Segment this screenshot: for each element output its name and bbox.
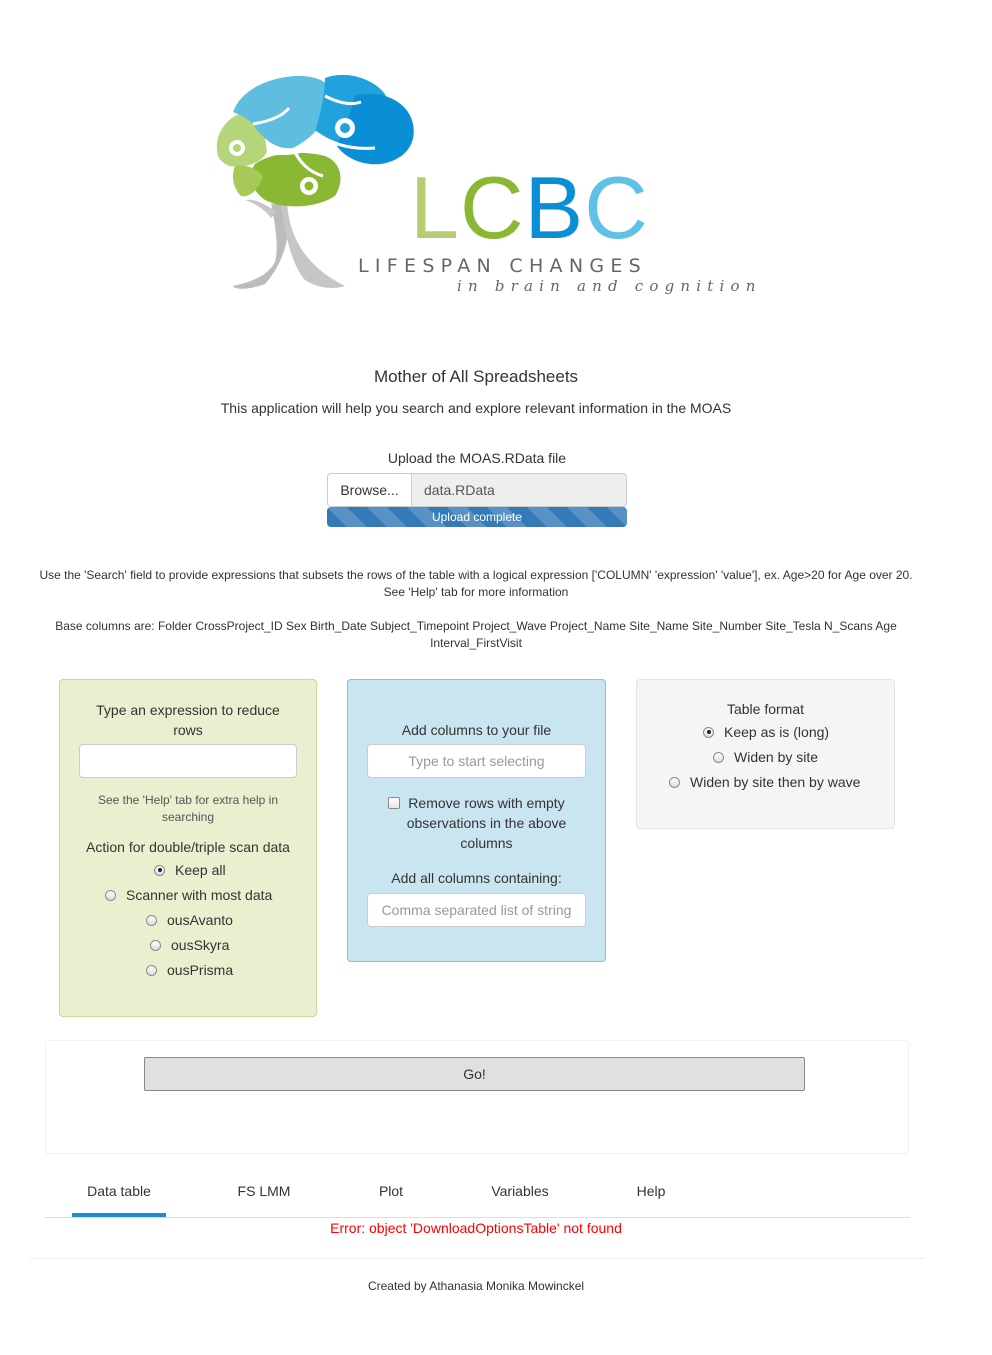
scan-action-label: Action for double/triple scan data — [86, 839, 290, 855]
logo-tagline-2: in brain and cognition — [457, 277, 762, 295]
columns-panel: Add columns to your file Type to start s… — [347, 679, 606, 962]
logo-wordmark: LCBC — [410, 164, 649, 252]
radio-button-icon[interactable] — [713, 751, 724, 763]
active-tab-indicator — [72, 1213, 166, 1217]
columns-select-input[interactable]: Type to start selecting — [367, 744, 586, 778]
logo-letter-3: B — [524, 158, 585, 257]
expression-label-line-1: Type an expression to reduce — [96, 702, 280, 718]
remove-empty-label: Remove rows with empty observations in t… — [398, 793, 575, 853]
radio-button-icon[interactable] — [105, 889, 116, 901]
file-upload-group: Browse... data.RData — [327, 473, 627, 507]
base-columns-line-1: Base columns are: Folder CrossProject_ID… — [55, 619, 897, 633]
base-columns-line-2: Interval_FirstVisit — [430, 636, 522, 650]
radio-ousavanto[interactable]: ousAvanto — [146, 912, 233, 928]
radio-label: Keep all — [175, 862, 226, 878]
radio-scanner-most-data[interactable]: Scanner with most data — [105, 887, 272, 903]
radio-label: Keep as is (long) — [724, 724, 830, 740]
page-subtitle: This application will help you search an… — [220, 400, 732, 416]
expression-help-line-2: searching — [161, 810, 215, 824]
logo-tagline-1: LIFESPAN CHANGES — [358, 255, 648, 277]
radio-ousprisma[interactable]: ousPrisma — [146, 962, 233, 978]
search-help-line-2: See 'Help' tab for more information — [383, 585, 569, 599]
upload-progress-bar: Upload complete — [327, 507, 627, 527]
lcbc-logo: LCBC LIFESPAN CHANGES in brain and cogni… — [205, 72, 765, 302]
footer-credit: Created by Athanasia Monika Mowinckel — [367, 1279, 585, 1293]
remove-empty-line-1: Remove rows with empty — [408, 795, 565, 811]
remove-empty-line-2: observations in the above — [406, 815, 567, 831]
radio-button-icon[interactable] — [146, 964, 157, 976]
radio-ousskyra[interactable]: ousSkyra — [150, 937, 229, 953]
upload-progress-fill: Upload complete — [327, 507, 627, 527]
containing-input[interactable]: Comma separated list of string — [367, 893, 586, 927]
footer-divider — [30, 1258, 925, 1259]
radio-widen-by-site[interactable]: Widen by site — [713, 749, 818, 765]
radio-keep-long[interactable]: Keep as is (long) — [703, 724, 829, 740]
file-name-field[interactable]: data.RData — [412, 473, 627, 507]
expression-label: Type an expression to reduce rows — [60, 700, 316, 740]
radio-label: Scanner with most data — [126, 887, 273, 903]
radio-button-checked-icon[interactable] — [154, 864, 165, 876]
expression-label-line-2: rows — [173, 722, 203, 738]
radio-label: ousPrisma — [167, 962, 234, 978]
base-columns-text: Base columns are: Folder CrossProject_ID… — [40, 618, 912, 652]
radio-button-icon[interactable] — [146, 914, 157, 926]
radio-button-checked-icon[interactable] — [703, 726, 714, 738]
logo-letter-1: L — [410, 158, 460, 257]
radio-label: ousSkyra — [171, 937, 230, 953]
tab-help[interactable]: Help — [620, 1183, 682, 1199]
go-button[interactable]: Go! — [144, 1057, 805, 1091]
tab-plot[interactable]: Plot — [360, 1183, 422, 1199]
radio-label: Widen by site then by wave — [690, 774, 861, 790]
error-message: Error: object 'DownloadOptionsTable' not… — [330, 1220, 622, 1236]
logo-letter-4: C — [584, 158, 649, 257]
expression-help-line-1: See the 'Help' tab for extra help in — [97, 793, 279, 807]
tab-variables[interactable]: Variables — [476, 1183, 564, 1199]
format-panel: Table format Keep as is (long) Widen by … — [636, 679, 895, 829]
add-columns-label: Add columns to your file — [401, 722, 552, 738]
radio-button-icon[interactable] — [150, 939, 161, 951]
containing-label: Add all columns containing: — [391, 870, 562, 886]
tab-fs-lmm[interactable]: FS LMM — [222, 1183, 306, 1199]
tabs-divider — [44, 1217, 910, 1218]
search-help-line-1: Use the 'Search' field to provide expres… — [39, 568, 913, 582]
radio-widen-site-wave[interactable]: Widen by site then by wave — [669, 774, 860, 790]
radio-label: Widen by site — [734, 749, 819, 765]
upload-label: Upload the MOAS.RData file — [387, 450, 567, 466]
page-title: Mother of All Spreadsheets — [373, 367, 579, 386]
search-help-text: Use the 'Search' field to provide expres… — [20, 567, 932, 601]
browse-button[interactable]: Browse... — [327, 473, 412, 507]
radio-label: ousAvanto — [167, 912, 233, 928]
radio-keep-all[interactable]: Keep all — [154, 862, 226, 878]
table-format-label: Table format — [726, 701, 805, 717]
expression-help: See the 'Help' tab for extra help in sea… — [60, 792, 316, 826]
filter-panel: Type an expression to reduce rows See th… — [59, 679, 317, 1017]
tab-data-table[interactable]: Data table — [72, 1183, 166, 1199]
radio-button-icon[interactable] — [669, 776, 680, 788]
remove-empty-line-3: columns — [460, 835, 513, 851]
upload-progress-text: Upload complete — [431, 510, 523, 524]
logo-letter-2: C — [459, 158, 525, 257]
expression-input[interactable] — [79, 744, 297, 778]
